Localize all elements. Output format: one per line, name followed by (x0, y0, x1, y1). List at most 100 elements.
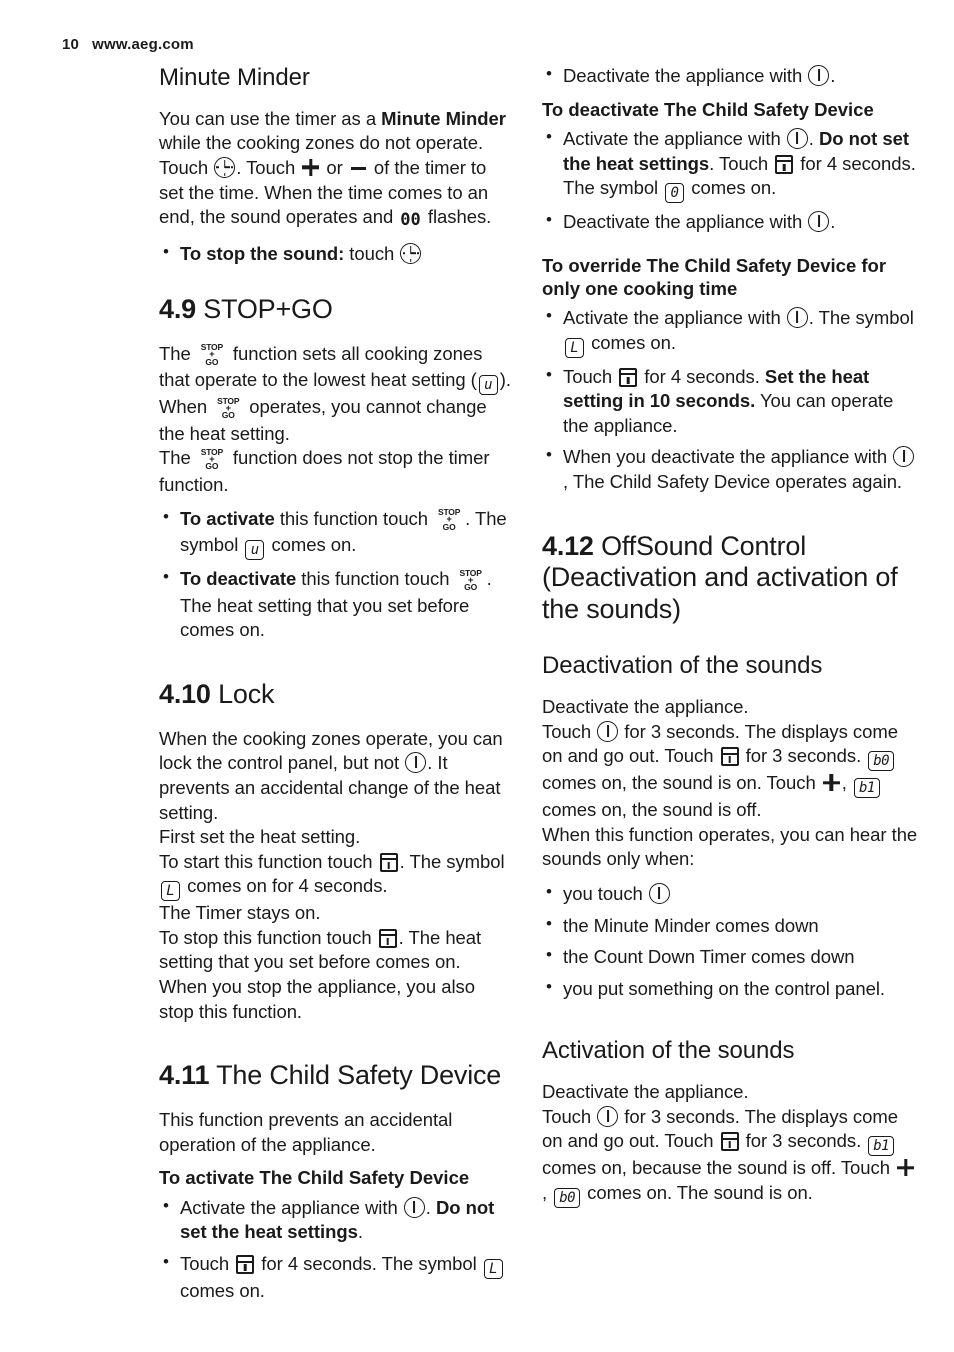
list-activate-child-safety: Activate the appliance with . Do not set… (159, 1195, 512, 1304)
paragraph-lock-2: First set the heat setting. (159, 826, 361, 848)
list-item: the Count Down Timer comes down (542, 944, 920, 970)
lock-pad-icon (720, 1132, 739, 1152)
paragraph-lock-4: The Timer stays on. (159, 902, 321, 924)
text-bold: To stop the sound: (180, 242, 345, 264)
stopgo-line-3: GO (221, 410, 235, 421)
list-item: When you deactivate the appliance with ,… (542, 444, 920, 494)
stop-go-icon: STOP + GO (435, 508, 463, 533)
text-run: Deactivate the appliance with (563, 211, 808, 233)
plus-icon (302, 159, 319, 176)
stopgo-line-3: GO (205, 357, 219, 368)
lock-pad-icon (720, 747, 739, 767)
plus-icon (897, 1159, 914, 1176)
heading-offsound-control: 4.12 OffSound Control (Deactivation and … (542, 531, 920, 627)
stop-go-icon: STOP + GO (214, 397, 242, 422)
power-on-off-icon (597, 720, 619, 742)
text-run: , (841, 772, 852, 794)
paragraph-child-safety: This function prevents an accidental ope… (159, 1109, 453, 1155)
text-run: . (808, 128, 819, 150)
lock-pad-icon (619, 367, 638, 387)
text-run: comes on. (586, 331, 676, 353)
stop-go-icon: STOP + GO (198, 343, 226, 368)
list-item: To deactivate this function touch STOP+G… (159, 566, 512, 642)
text-run: . (830, 211, 836, 233)
display-symbol-b1: b1 (853, 778, 880, 799)
lock-pad-icon (236, 1255, 255, 1275)
list-deactivate-child-safety: Activate the appliance with . Do not set… (542, 126, 920, 235)
heading-override-child-safety: To override The Child Safety Device for … (542, 254, 887, 299)
power-on-off-icon (648, 882, 670, 904)
page-number: 10 (62, 36, 80, 53)
text-run: . The symbol (808, 307, 914, 329)
display-symbol-u: u (478, 375, 498, 396)
right-column: Deactivate the appliance with . To deact… (542, 63, 920, 1218)
text-run: To stop this function touch (159, 926, 377, 948)
heading-stop-go: 4.9 STOP+GO (159, 294, 512, 326)
paragraph-stopgo-2: When STOP + GO operates, you cannot change… (159, 395, 512, 446)
section-title: The Child Safety Device (216, 1060, 502, 1091)
text-bold: To deactivate (180, 568, 297, 590)
running-head: 10 www.aeg.com (62, 36, 194, 53)
list-item: To stop the sound: touch (159, 241, 512, 267)
section-number: 4.9 (159, 294, 196, 325)
list-item: To activate this function touch STOP+GO.… (159, 506, 512, 561)
heading-child-safety: 4.11 The Child Safety Device (159, 1060, 512, 1092)
text-bold: Minute Minder (381, 107, 506, 129)
text-run: for 3 seconds. (740, 1130, 867, 1152)
display-symbol-0: 0 (665, 183, 685, 204)
power-on-off-icon (893, 446, 915, 468)
manual-page: 10 www.aeg.com Minute Minder You can use … (0, 0, 954, 1352)
section-number: 4.12 (542, 530, 594, 561)
text-run: Activate the appliance with (180, 1196, 403, 1218)
text-run: for 3 seconds. (740, 745, 867, 767)
power-on-off-icon (808, 65, 830, 86)
text-run: Activate the appliance with (563, 307, 786, 329)
website-url: www.aeg.com (92, 36, 194, 53)
text-run: When the cooking zones operate, you can … (159, 727, 503, 774)
text-run: . Touch (709, 152, 774, 174)
paragraph-activation-1: Deactivate the appliance. (542, 1081, 749, 1103)
section-title: Lock (218, 678, 275, 709)
display-symbol-L: L (161, 881, 180, 902)
text-run: Touch (180, 1253, 235, 1275)
display-symbol-L: L (483, 1259, 503, 1280)
paragraph-minute-minder: You can use the timer as a Minute Minder… (159, 107, 512, 232)
lock-pad-icon (775, 154, 794, 174)
heading-activation-sounds: Activation of the sounds (542, 1037, 795, 1065)
text-run: comes on. The sound is on. (582, 1181, 813, 1203)
list-item: you touch (542, 881, 920, 907)
paragraph-deactivation-3: When this function operates, you can hea… (542, 823, 918, 870)
heading-deactivate-child-safety: To deactivate The Child Safety Device (542, 98, 874, 120)
list-item: Activate the appliance with . The symbol… (542, 305, 920, 358)
text-run: , The Child Safety Device operates again… (563, 471, 903, 493)
list-item: you put something on the control panel. (542, 976, 920, 1002)
display-symbol-b0: b0 (868, 751, 895, 772)
list-item: Touch for 4 seconds. The symbol L comes … (159, 1251, 512, 1304)
stop-go-icon: STOP + GO (457, 568, 485, 594)
text-run: touch (344, 242, 400, 264)
text-run: or (321, 156, 348, 178)
text-run: this function touch (296, 568, 455, 590)
heading-minute-minder: Minute Minder (159, 64, 310, 91)
timer-clock-icon (400, 242, 422, 264)
list-item: Touch for 4 seconds. Set the heat settin… (542, 364, 920, 439)
minus-icon (350, 166, 366, 170)
timer-clock-icon (214, 156, 236, 178)
list-item: Deactivate the appliance with . (542, 63, 920, 89)
text-run: ). (499, 369, 511, 391)
text-run: When (159, 396, 213, 418)
paragraph-stopgo-1: The STOP + GO function sets all cooking zo… (159, 342, 512, 396)
text-run: Activate the appliance with (563, 128, 786, 150)
text-run: comes on for 4 seconds. (182, 875, 388, 897)
power-on-off-icon (786, 307, 808, 329)
text-run: Touch (563, 365, 618, 387)
display-symbol-L: L (565, 337, 584, 358)
list-sound-conditions: you touch the Minute Minder comes down t… (542, 881, 920, 1002)
text-run: . (425, 1196, 436, 1218)
text-run: comes on, because the sound is off. Touc… (542, 1157, 896, 1179)
text-run: this function touch (274, 508, 434, 530)
text-run: comes on, the sound is off. (542, 799, 762, 821)
list-item: Activate the appliance with . Do not set… (542, 126, 920, 204)
text-bold: To activate (180, 508, 275, 530)
left-column: Minute Minder You can use the timer as a… (159, 64, 512, 1314)
